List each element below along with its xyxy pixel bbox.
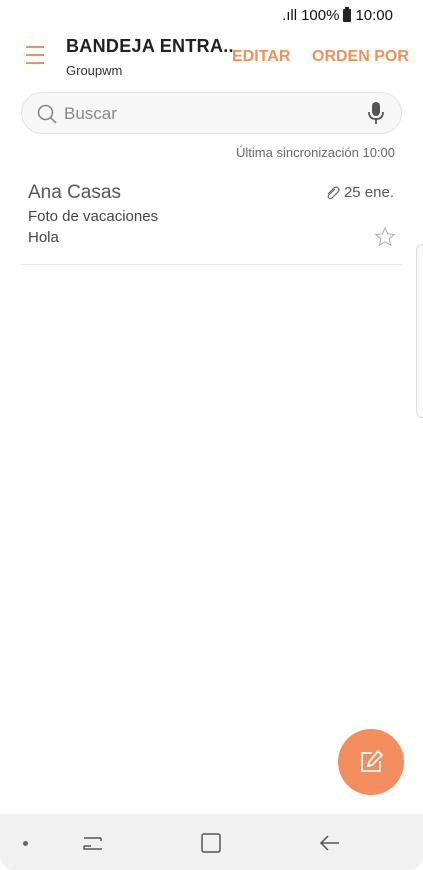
email-preview: Hola	[28, 229, 59, 246]
battery-icon	[343, 6, 352, 22]
sync-status: Última sincronización 10:00	[236, 145, 395, 160]
back-icon[interactable]	[318, 832, 342, 854]
sort-button[interactable]: ORDEN POR	[312, 48, 409, 66]
home-icon[interactable]	[200, 832, 222, 854]
account-name: Groupwm	[66, 63, 123, 78]
clock: 10:00	[355, 6, 393, 24]
recent-apps-icon[interactable]	[81, 832, 105, 854]
page-title: BANDEJA ENTRA..	[66, 36, 234, 56]
compose-icon	[361, 749, 384, 772]
edge-panel-handle[interactable]	[416, 244, 423, 418]
status-bar: .ıll 100% 10:00	[0, 0, 423, 30]
app-bar: BANDEJA ENTRA.. Groupwm EDITAR ORDEN POR	[0, 36, 423, 86]
nav-dot-indicator[interactable]	[23, 841, 28, 846]
edit-button[interactable]: EDITAR	[232, 48, 290, 66]
email-list-item[interactable]: Ana Casas 25 ene. Foto de vacaciones Hol…	[21, 172, 402, 265]
battery-percent: 100%	[301, 6, 340, 24]
email-meta: 25 ene.	[324, 184, 394, 201]
signal-icon: .ıll	[282, 6, 298, 24]
mic-icon[interactable]	[365, 101, 387, 125]
email-sender: Ana Casas	[28, 182, 121, 203]
search-input[interactable]	[62, 101, 366, 127]
search-icon	[37, 104, 57, 124]
email-date: 25 ene.	[343, 184, 394, 201]
search-bar[interactable]	[21, 92, 402, 134]
star-icon[interactable]	[374, 226, 396, 248]
hamburger-icon[interactable]	[26, 44, 46, 66]
email-subject: Foto de vacaciones	[28, 208, 159, 225]
paperclip-icon	[327, 185, 340, 199]
compose-button[interactable]	[338, 729, 404, 795]
system-nav-bar	[0, 814, 423, 870]
